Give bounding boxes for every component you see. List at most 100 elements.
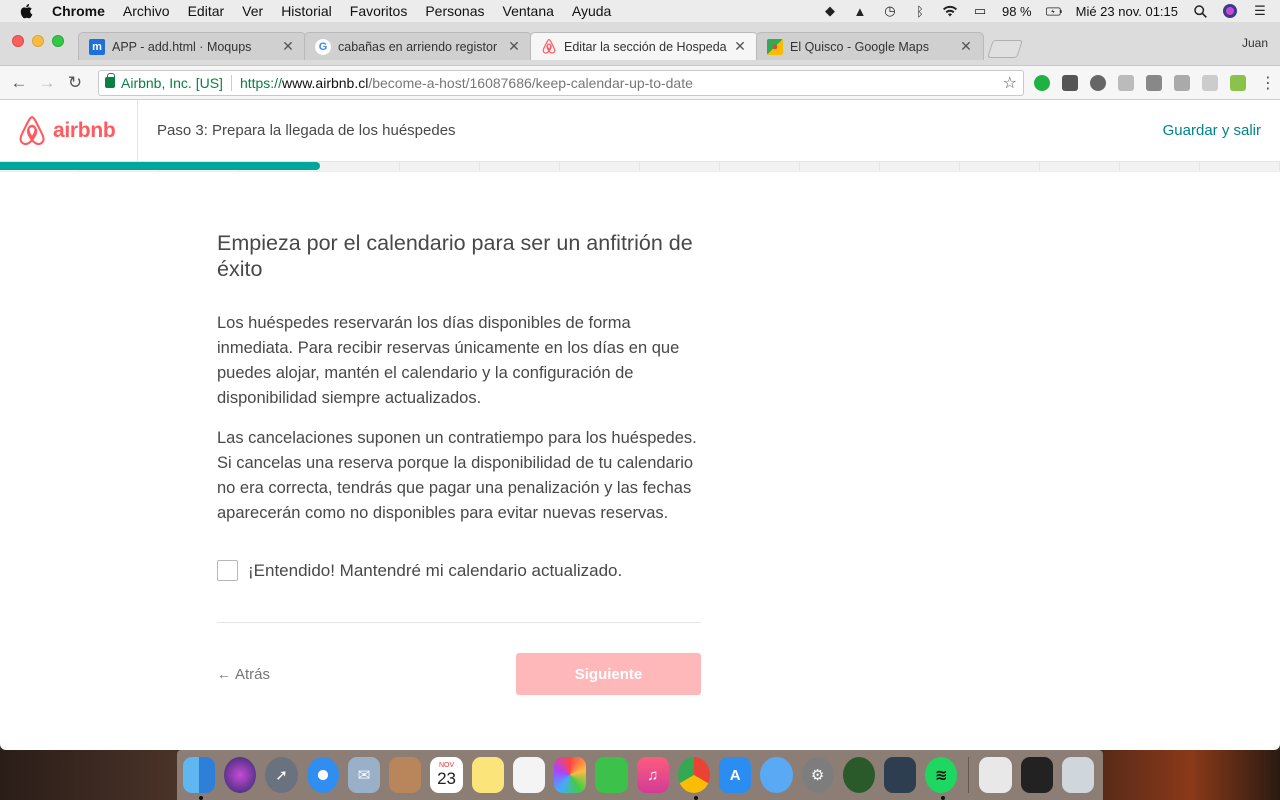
- close-tab-icon[interactable]: ✕: [281, 38, 295, 55]
- menubar-clock[interactable]: Mié 23 nov. 01:15: [1076, 4, 1178, 19]
- cloud-extension-icon[interactable]: [1090, 74, 1106, 91]
- address-bar[interactable]: Airbnb, Inc. [US] https:// www.airbnb.cl…: [98, 69, 1024, 96]
- tab-title: El Quisco - Google Maps: [790, 39, 929, 54]
- wifi-icon[interactable]: [942, 4, 958, 18]
- menu-personas[interactable]: Personas: [425, 3, 484, 19]
- tab-title: APP - add.html · Moqups: [112, 39, 252, 54]
- confirm-row[interactable]: ¡Entendido! Mantendré mi calendario actu…: [217, 560, 701, 581]
- back-arrow-icon[interactable]: ←: [8, 72, 30, 94]
- notification-center-icon[interactable]: ☰: [1252, 3, 1268, 18]
- next-button[interactable]: Siguiente: [516, 653, 701, 695]
- app-store-icon[interactable]: A: [719, 757, 752, 793]
- menu-ayuda[interactable]: Ayuda: [572, 3, 611, 19]
- save-and-exit-link[interactable]: Guardar y salir: [1163, 122, 1261, 139]
- close-tab-icon[interactable]: ✕: [959, 38, 973, 55]
- document-icon[interactable]: [979, 757, 1012, 793]
- reload-icon[interactable]: ↻: [64, 72, 86, 94]
- messages-icon[interactable]: [760, 757, 793, 793]
- launchpad-icon[interactable]: ➚: [265, 757, 298, 793]
- bookmark-star-icon[interactable]: ☆: [1003, 73, 1017, 93]
- u-extension-icon[interactable]: [1174, 74, 1190, 91]
- close-tab-icon[interactable]: ✕: [733, 38, 747, 55]
- finder-icon[interactable]: [183, 757, 216, 800]
- drive-icon[interactable]: ▲: [852, 4, 868, 19]
- paragraph-availability: Los huéspedes reservarán los días dispon…: [217, 314, 680, 407]
- extension-green-icon[interactable]: [1034, 74, 1050, 91]
- airplay-icon[interactable]: ▭: [972, 3, 988, 18]
- facetime-icon[interactable]: [595, 757, 628, 793]
- chrome-menu-icon[interactable]: ⋮: [1260, 73, 1276, 93]
- progress-segment: [1040, 162, 1120, 171]
- menubar-tray: ◆ ▲ ◷ ᛒ ▭ 98 % Mié 23 nov. 01:15 ☰: [822, 3, 1280, 19]
- menu-editar[interactable]: Editar: [188, 3, 225, 19]
- new-tab-button[interactable]: [987, 40, 1023, 58]
- spotlight-search-icon[interactable]: [1192, 4, 1208, 18]
- browser-toolbar: ← → ↻ Airbnb, Inc. [US] https:// www.air…: [0, 66, 1280, 100]
- zoom-window-icon[interactable]: [52, 35, 64, 47]
- profile-name[interactable]: Juan: [1242, 36, 1268, 50]
- angular-icon[interactable]: [1146, 74, 1162, 91]
- progress-fill: [0, 162, 320, 170]
- forward-arrow-icon[interactable]: →: [36, 72, 58, 94]
- time-machine-icon[interactable]: ◷: [882, 3, 898, 18]
- photos-icon[interactable]: [554, 757, 587, 793]
- notes-icon[interactable]: [471, 757, 504, 793]
- trash-icon[interactable]: [1061, 757, 1095, 793]
- menu-historial[interactable]: Historial: [281, 3, 332, 19]
- moqups-icon: m: [89, 38, 105, 55]
- contacts-icon[interactable]: [389, 757, 422, 793]
- terminal-icon[interactable]: [1020, 757, 1053, 793]
- progress-segment: [400, 162, 480, 171]
- browser-window: m APP - add.html · Moqups ✕ G cabañas en…: [0, 22, 1280, 750]
- progress-bar: [0, 162, 1280, 172]
- menu-app-name[interactable]: Chrome: [52, 3, 105, 19]
- itunes-icon[interactable]: ♫: [636, 757, 669, 793]
- tab-google-search[interactable]: G cabañas en arriendo registor - ✕: [304, 32, 532, 60]
- step-label: Paso 3: Prepara la llegada de los huéspe…: [157, 122, 456, 139]
- airbnb-logo[interactable]: airbnb: [0, 99, 138, 162]
- back-link[interactable]: ← Atrás: [217, 666, 270, 683]
- mail-icon[interactable]: ✉: [347, 757, 381, 793]
- tab-moqups[interactable]: m APP - add.html · Moqups ✕: [78, 32, 306, 60]
- calendar-icon[interactable]: NOV 23: [430, 757, 463, 793]
- airbnb-icon: [541, 39, 557, 55]
- menu-ventana[interactable]: Ventana: [503, 3, 554, 19]
- angular-gray-icon[interactable]: [1118, 74, 1134, 91]
- menu-archivo[interactable]: Archivo: [123, 3, 170, 19]
- confirm-checkbox[interactable]: [217, 560, 238, 581]
- apple-menu-icon[interactable]: [18, 3, 34, 19]
- progress-segment: [1120, 162, 1200, 171]
- tab-airbnb[interactable]: Editar la sección de Hospedar ✕: [530, 32, 758, 60]
- lock-icon: [105, 73, 115, 88]
- siri-dock-icon[interactable]: [224, 757, 257, 793]
- progress-segment: [560, 162, 640, 171]
- dropbox-icon[interactable]: ◆: [822, 3, 838, 18]
- security-label[interactable]: Airbnb, Inc. [US]: [121, 75, 223, 91]
- bluetooth-icon[interactable]: ᛒ: [912, 4, 928, 19]
- window-controls: [12, 35, 64, 47]
- minimize-window-icon[interactable]: [32, 35, 44, 47]
- chrome-icon[interactable]: [677, 757, 711, 800]
- sourcetree-icon[interactable]: [883, 757, 917, 793]
- desktop-wallpaper-right: [1103, 750, 1280, 800]
- url-path: /become-a-host/16087686/keep-calendar-up…: [368, 74, 693, 91]
- safari-icon[interactable]: [306, 757, 339, 793]
- reminders-icon[interactable]: [512, 757, 546, 793]
- qgis-icon[interactable]: [842, 757, 875, 793]
- tab-google-maps[interactable]: ● El Quisco - Google Maps ✕: [756, 32, 984, 60]
- spotify-icon[interactable]: ≋: [925, 757, 958, 800]
- menu-ver[interactable]: Ver: [242, 3, 263, 19]
- system-preferences-icon[interactable]: ⚙: [801, 757, 834, 793]
- siri-icon[interactable]: [1222, 4, 1238, 18]
- confirm-checkbox-label[interactable]: ¡Entendido! Mantendré mi calendario actu…: [248, 561, 622, 581]
- close-tab-icon[interactable]: ✕: [507, 38, 521, 55]
- close-window-icon[interactable]: [12, 35, 24, 47]
- drive-extension-icon[interactable]: [1202, 74, 1218, 91]
- calendar-day: 23: [437, 769, 456, 788]
- battery-icon[interactable]: [1045, 4, 1062, 18]
- crown-extension-icon[interactable]: [1230, 74, 1246, 91]
- divider: [217, 622, 701, 623]
- menu-favoritos[interactable]: Favoritos: [350, 3, 408, 19]
- tab-strip: m APP - add.html · Moqups ✕ G cabañas en…: [0, 22, 1280, 66]
- pocket-icon[interactable]: [1062, 74, 1078, 91]
